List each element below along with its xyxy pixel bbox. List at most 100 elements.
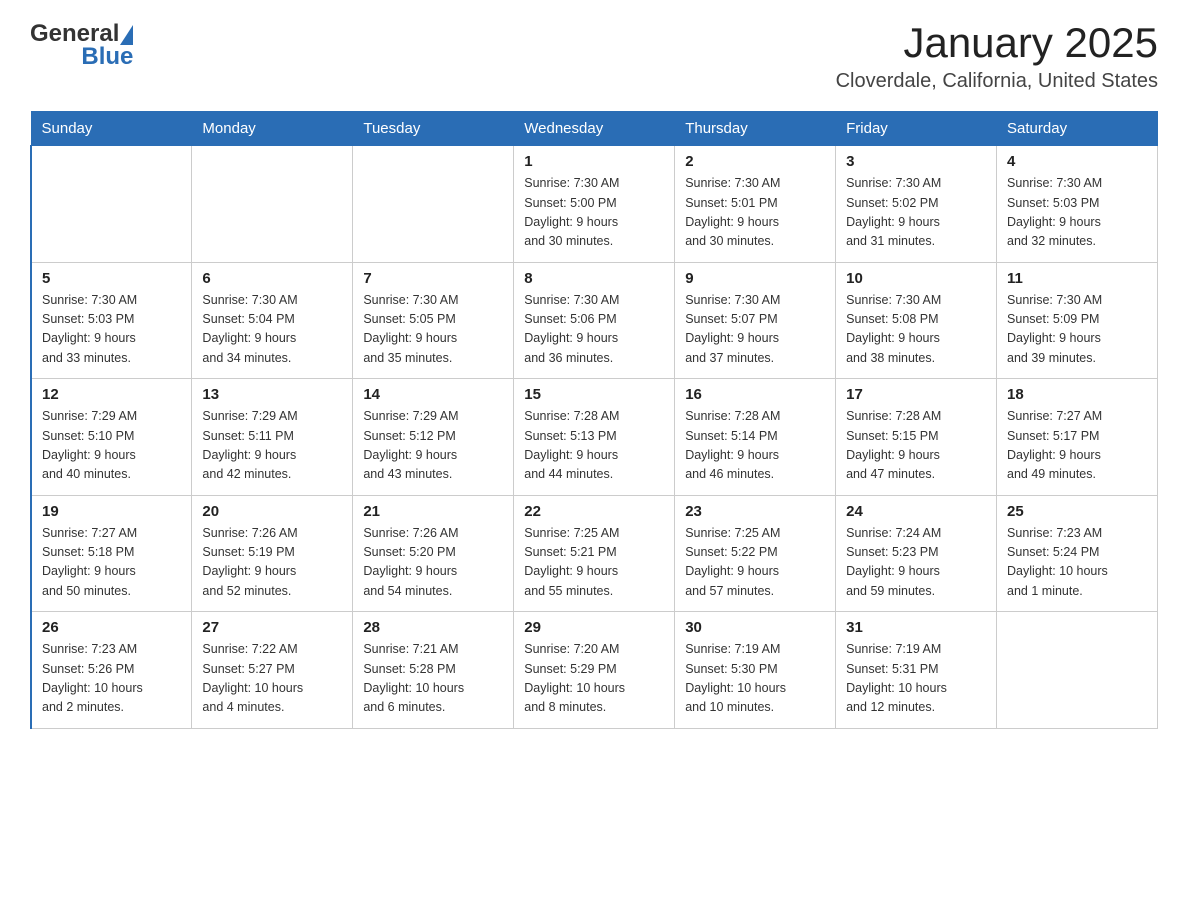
day-number: 21 xyxy=(363,503,503,520)
day-info: Sunrise: 7:30 AM Sunset: 5:08 PM Dayligh… xyxy=(846,291,986,369)
weekday-header-thursday: Thursday xyxy=(675,112,836,146)
calendar-cell: 26Sunrise: 7:23 AM Sunset: 5:26 PM Dayli… xyxy=(31,612,192,729)
logo-mark: General Blue xyxy=(30,20,133,68)
day-number: 9 xyxy=(685,270,825,287)
calendar-cell: 7 Sunrise: 7:30 AM Sunset: 5:05 PM Daylig… xyxy=(353,262,514,379)
day-info: Sunrise: 7:29 AM Sunset: 5:10 PM Dayligh… xyxy=(42,407,181,485)
calendar-cell: 14Sunrise: 7:29 AM Sunset: 5:12 PM Dayli… xyxy=(353,379,514,496)
calendar-cell: 9 Sunrise: 7:30 AM Sunset: 5:07 PM Daylig… xyxy=(675,262,836,379)
calendar-cell: 8 Sunrise: 7:30 AM Sunset: 5:06 PM Daylig… xyxy=(514,262,675,379)
day-info: Sunrise: 7:27 AM Sunset: 5:18 PM Dayligh… xyxy=(42,524,181,602)
day-number: 19 xyxy=(42,503,181,520)
weekday-header-sunday: Sunday xyxy=(31,112,192,146)
calendar-cell: 17 Sunrise: 7:28 AM Sunset: 5:15 PM Dayli… xyxy=(836,379,997,496)
day-number: 29 xyxy=(524,619,664,636)
day-info: Sunrise: 7:26 AM Sunset: 5:20 PM Dayligh… xyxy=(363,524,503,602)
calendar-cell: 21 Sunrise: 7:26 AM Sunset: 5:20 PM Dayli… xyxy=(353,495,514,612)
calendar-cell: 10 Sunrise: 7:30 AM Sunset: 5:08 PM Dayli… xyxy=(836,262,997,379)
day-info: Sunrise: 7:28 AM Sunset: 5:15 PM Dayligh… xyxy=(846,407,986,485)
calendar-cell: 4Sunrise: 7:30 AM Sunset: 5:03 PM Daylig… xyxy=(997,146,1158,263)
day-info: Sunrise: 7:30 AM Sunset: 5:04 PM Dayligh… xyxy=(202,291,342,369)
calendar-cell xyxy=(997,612,1158,729)
weekday-header-row: SundayMondayTuesdayWednesdayThursdayFrid… xyxy=(31,112,1158,146)
calendar-week-row: 12 Sunrise: 7:29 AM Sunset: 5:10 PM Dayli… xyxy=(31,379,1158,496)
calendar-week-row: 19 Sunrise: 7:27 AM Sunset: 5:18 PM Dayli… xyxy=(31,495,1158,612)
day-number: 23 xyxy=(685,503,825,520)
day-number: 27 xyxy=(202,619,342,636)
day-number: 26 xyxy=(42,619,181,636)
calendar-cell: 18 Sunrise: 7:27 AM Sunset: 5:17 PM Dayli… xyxy=(997,379,1158,496)
day-number: 18 xyxy=(1007,386,1147,403)
calendar-week-row: 26Sunrise: 7:23 AM Sunset: 5:26 PM Dayli… xyxy=(31,612,1158,729)
calendar-cell: 30 Sunrise: 7:19 AM Sunset: 5:30 PM Dayli… xyxy=(675,612,836,729)
calendar-cell: 5Sunrise: 7:30 AM Sunset: 5:03 PM Daylig… xyxy=(31,262,192,379)
day-info: Sunrise: 7:27 AM Sunset: 5:17 PM Dayligh… xyxy=(1007,407,1147,485)
day-info: Sunrise: 7:19 AM Sunset: 5:30 PM Dayligh… xyxy=(685,640,825,718)
day-number: 30 xyxy=(685,619,825,636)
logo: General Blue xyxy=(30,20,139,68)
day-number: 24 xyxy=(846,503,986,520)
day-number: 12 xyxy=(42,386,181,403)
day-number: 4 xyxy=(1007,153,1147,170)
day-info: Sunrise: 7:29 AM Sunset: 5:11 PM Dayligh… xyxy=(202,407,342,485)
day-info: Sunrise: 7:29 AM Sunset: 5:12 PM Dayligh… xyxy=(363,407,503,485)
day-number: 20 xyxy=(202,503,342,520)
day-info: Sunrise: 7:30 AM Sunset: 5:03 PM Dayligh… xyxy=(42,291,181,369)
calendar-cell: 31 Sunrise: 7:19 AM Sunset: 5:31 PM Dayli… xyxy=(836,612,997,729)
weekday-header-monday: Monday xyxy=(192,112,353,146)
weekday-header-friday: Friday xyxy=(836,112,997,146)
calendar-cell: 3 Sunrise: 7:30 AM Sunset: 5:02 PM Daylig… xyxy=(836,146,997,263)
calendar-cell: 13 Sunrise: 7:29 AM Sunset: 5:11 PM Dayli… xyxy=(192,379,353,496)
logo-blue-text: Blue xyxy=(81,46,133,68)
weekday-header-wednesday: Wednesday xyxy=(514,112,675,146)
calendar-cell: 23 Sunrise: 7:25 AM Sunset: 5:22 PM Dayli… xyxy=(675,495,836,612)
day-number: 10 xyxy=(846,270,986,287)
day-info: Sunrise: 7:30 AM Sunset: 5:02 PM Dayligh… xyxy=(846,174,986,252)
day-info: Sunrise: 7:19 AM Sunset: 5:31 PM Dayligh… xyxy=(846,640,986,718)
calendar-cell xyxy=(353,146,514,263)
day-info: Sunrise: 7:20 AM Sunset: 5:29 PM Dayligh… xyxy=(524,640,664,718)
day-number: 3 xyxy=(846,153,986,170)
calendar-week-row: 1 Sunrise: 7:30 AM Sunset: 5:00 PM Daylig… xyxy=(31,146,1158,263)
calendar-cell: 12 Sunrise: 7:29 AM Sunset: 5:10 PM Dayli… xyxy=(31,379,192,496)
day-info: Sunrise: 7:25 AM Sunset: 5:22 PM Dayligh… xyxy=(685,524,825,602)
calendar-table: SundayMondayTuesdayWednesdayThursdayFrid… xyxy=(30,111,1158,729)
calendar-cell xyxy=(31,146,192,263)
day-info: Sunrise: 7:30 AM Sunset: 5:09 PM Dayligh… xyxy=(1007,291,1147,369)
day-number: 7 xyxy=(363,270,503,287)
calendar-week-row: 5Sunrise: 7:30 AM Sunset: 5:03 PM Daylig… xyxy=(31,262,1158,379)
day-number: 13 xyxy=(202,386,342,403)
day-number: 8 xyxy=(524,270,664,287)
day-info: Sunrise: 7:30 AM Sunset: 5:00 PM Dayligh… xyxy=(524,174,664,252)
calendar-cell: 6Sunrise: 7:30 AM Sunset: 5:04 PM Daylig… xyxy=(192,262,353,379)
calendar-cell: 25 Sunrise: 7:23 AM Sunset: 5:24 PM Dayli… xyxy=(997,495,1158,612)
day-number: 17 xyxy=(846,386,986,403)
day-info: Sunrise: 7:30 AM Sunset: 5:06 PM Dayligh… xyxy=(524,291,664,369)
day-info: Sunrise: 7:30 AM Sunset: 5:05 PM Dayligh… xyxy=(363,291,503,369)
calendar-cell: 16Sunrise: 7:28 AM Sunset: 5:14 PM Dayli… xyxy=(675,379,836,496)
day-number: 11 xyxy=(1007,270,1147,287)
day-number: 31 xyxy=(846,619,986,636)
day-number: 2 xyxy=(685,153,825,170)
day-number: 1 xyxy=(524,153,664,170)
day-info: Sunrise: 7:28 AM Sunset: 5:14 PM Dayligh… xyxy=(685,407,825,485)
day-number: 22 xyxy=(524,503,664,520)
day-info: Sunrise: 7:22 AM Sunset: 5:27 PM Dayligh… xyxy=(202,640,342,718)
day-info: Sunrise: 7:25 AM Sunset: 5:21 PM Dayligh… xyxy=(524,524,664,602)
calendar-cell: 24Sunrise: 7:24 AM Sunset: 5:23 PM Dayli… xyxy=(836,495,997,612)
calendar-subtitle: Cloverdale, California, United States xyxy=(836,70,1158,93)
calendar-cell: 11 Sunrise: 7:30 AM Sunset: 5:09 PM Dayli… xyxy=(997,262,1158,379)
logo-triangle-icon xyxy=(120,25,133,45)
calendar-cell: 20 Sunrise: 7:26 AM Sunset: 5:19 PM Dayli… xyxy=(192,495,353,612)
day-info: Sunrise: 7:23 AM Sunset: 5:24 PM Dayligh… xyxy=(1007,524,1147,602)
calendar-cell: 22 Sunrise: 7:25 AM Sunset: 5:21 PM Dayli… xyxy=(514,495,675,612)
calendar-cell xyxy=(192,146,353,263)
page-header: General Blue January 2025 Cloverdale, Ca… xyxy=(30,20,1158,93)
calendar-cell: 19 Sunrise: 7:27 AM Sunset: 5:18 PM Dayli… xyxy=(31,495,192,612)
day-info: Sunrise: 7:26 AM Sunset: 5:19 PM Dayligh… xyxy=(202,524,342,602)
calendar-cell: 28Sunrise: 7:21 AM Sunset: 5:28 PM Dayli… xyxy=(353,612,514,729)
day-info: Sunrise: 7:21 AM Sunset: 5:28 PM Dayligh… xyxy=(363,640,503,718)
day-number: 25 xyxy=(1007,503,1147,520)
day-info: Sunrise: 7:30 AM Sunset: 5:07 PM Dayligh… xyxy=(685,291,825,369)
day-info: Sunrise: 7:30 AM Sunset: 5:01 PM Dayligh… xyxy=(685,174,825,252)
